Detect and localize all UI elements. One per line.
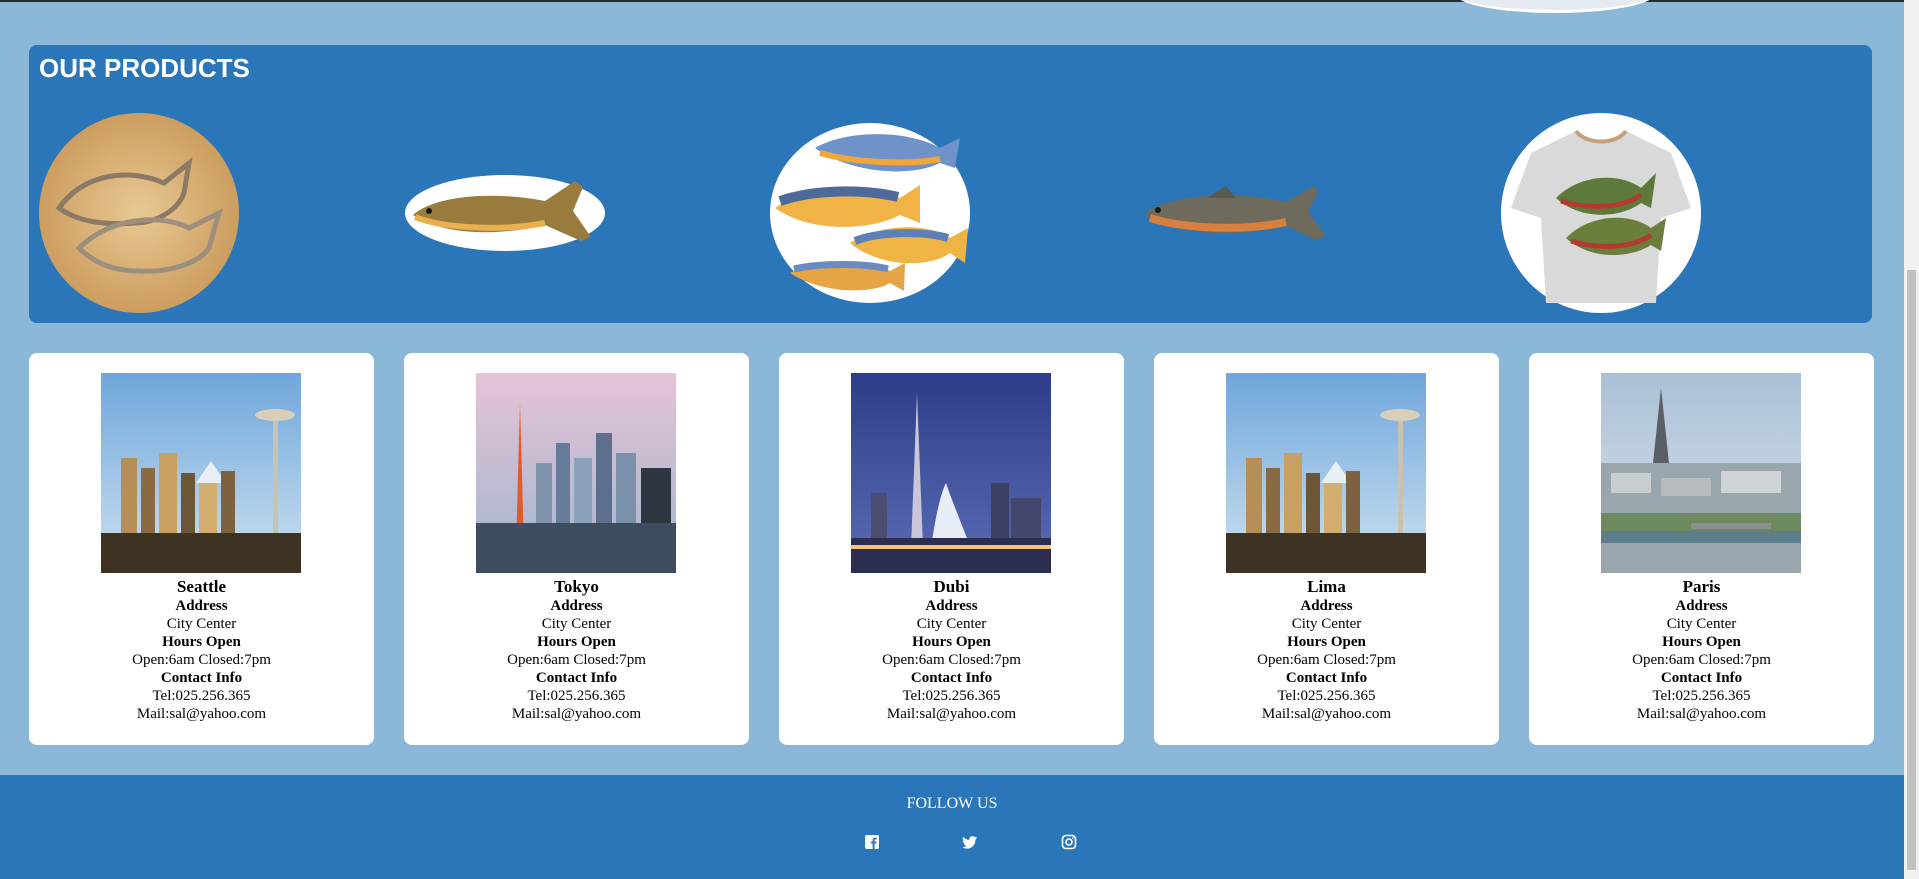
contact-label: Contact Info — [535, 670, 618, 686]
tel-value: Tel:025.256.365 — [902, 688, 1001, 704]
address-value: City Center — [916, 616, 987, 632]
products-section: OUR PRODUCTS — [29, 45, 1872, 323]
card-city: Lima — [1307, 577, 1346, 596]
address-label: Address — [925, 598, 978, 614]
address-value: City Center — [1666, 616, 1737, 632]
colorful-fish-group-image — [770, 123, 970, 303]
mail-value: Mail:sal@yahoo.com — [511, 706, 642, 722]
product-salmon-tshirt[interactable] — [1501, 113, 1701, 313]
contact-label: Contact Info — [1660, 670, 1743, 686]
trout-fish-image — [405, 175, 605, 251]
follow-us-label: FOLLOW US — [906, 795, 998, 812]
tokyo-skyline-image — [476, 373, 676, 573]
scrollbar-thumb[interactable] — [1907, 270, 1916, 870]
card-city: Dubi — [933, 577, 970, 596]
lima-skyline-image — [1226, 373, 1426, 573]
twitter-icon[interactable] — [962, 834, 978, 850]
salmon-cookie-cutter-image — [39, 113, 239, 313]
location-card-paris: Paris Address City Center Hours Open Ope… — [1529, 353, 1874, 745]
page-scrollbar[interactable] — [1904, 0, 1919, 879]
paris-eiffel-image — [1601, 373, 1801, 573]
instagram-icon[interactable] — [1061, 834, 1077, 850]
contact-label: Contact Info — [1285, 670, 1368, 686]
card-city: Seattle — [176, 577, 227, 596]
address-value: City Center — [166, 616, 237, 632]
hours-value: Open:6am Closed:7pm — [132, 652, 271, 668]
tel-value: Tel:025.256.365 — [152, 688, 251, 704]
hours-value: Open:6am Closed:7pm — [507, 652, 646, 668]
salmon-fish-image — [1144, 186, 1326, 240]
dubai-fountain-image — [851, 373, 1051, 573]
seattle-skyline-image — [101, 373, 301, 573]
contact-label: Contact Info — [160, 670, 243, 686]
address-value: City Center — [541, 616, 612, 632]
products-title: OUR PRODUCTS — [39, 53, 250, 83]
location-card-dubi: Dubi Address City Center Hours Open Open… — [779, 353, 1124, 745]
hours-label: Hours Open — [912, 634, 991, 650]
product-colorful-fish[interactable] — [770, 113, 970, 313]
address-label: Address — [175, 598, 228, 614]
locations-section: Seattle Address City Center Hours Open O… — [29, 353, 1874, 745]
product-salmon[interactable] — [1136, 113, 1336, 313]
mail-value: Mail:sal@yahoo.com — [886, 706, 1017, 722]
address-label: Address — [1300, 598, 1353, 614]
location-card-tokyo: Tokyo Address City Center Hours Open Ope… — [404, 353, 749, 745]
mail-value: Mail:sal@yahoo.com — [1636, 706, 1767, 722]
address-value: City Center — [1291, 616, 1362, 632]
location-card-seattle: Seattle Address City Center Hours Open O… — [29, 353, 374, 745]
hours-label: Hours Open — [162, 634, 241, 650]
product-trout[interactable] — [405, 113, 605, 313]
mail-value: Mail:sal@yahoo.com — [1261, 706, 1392, 722]
tel-value: Tel:025.256.365 — [527, 688, 626, 704]
card-city: Tokyo — [554, 577, 599, 596]
salmon-tshirt-image — [1501, 113, 1701, 313]
hours-label: Hours Open — [1662, 634, 1741, 650]
footer: FOLLOW US — [0, 775, 1904, 879]
contact-label: Contact Info — [910, 670, 993, 686]
header-image-edge — [1455, 0, 1655, 13]
hours-value: Open:6am Closed:7pm — [1257, 652, 1396, 668]
product-salmon-cookie-cutter[interactable] — [39, 113, 239, 313]
card-city: Paris — [1682, 577, 1721, 596]
mail-value: Mail:sal@yahoo.com — [136, 706, 267, 722]
address-label: Address — [550, 598, 603, 614]
tel-value: Tel:025.256.365 — [1652, 688, 1751, 704]
hours-label: Hours Open — [1287, 634, 1366, 650]
hours-value: Open:6am Closed:7pm — [1632, 652, 1771, 668]
tel-value: Tel:025.256.365 — [1277, 688, 1376, 704]
location-card-lima: Lima Address City Center Hours Open Open… — [1154, 353, 1499, 745]
address-label: Address — [1675, 598, 1728, 614]
hours-label: Hours Open — [537, 634, 616, 650]
facebook-icon[interactable] — [864, 834, 880, 850]
hours-value: Open:6am Closed:7pm — [882, 652, 1021, 668]
